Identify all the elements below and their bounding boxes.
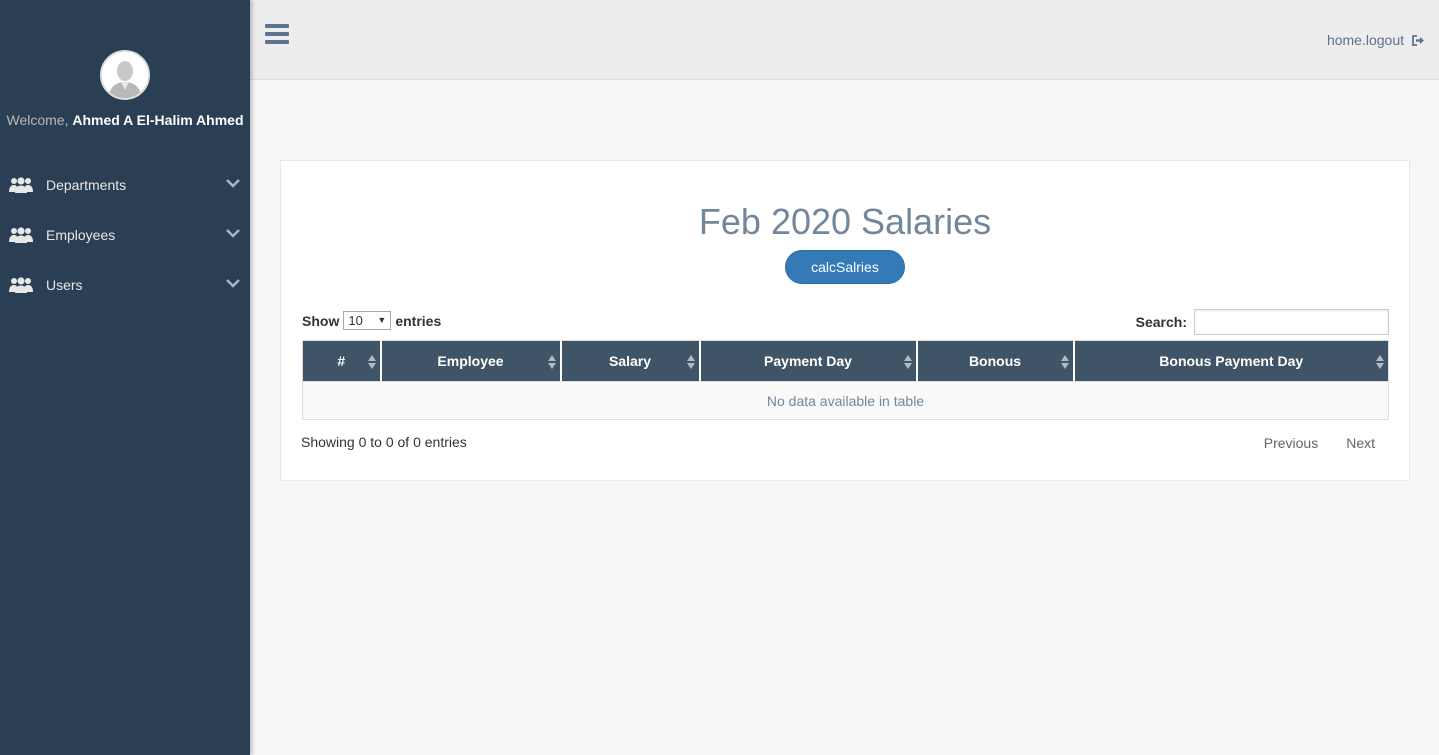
page-title: Feb 2020 Salaries	[698, 201, 992, 242]
users-icon	[9, 177, 33, 193]
search-input[interactable]	[1194, 309, 1389, 335]
column-header-salary[interactable]: Salary	[560, 340, 701, 382]
sort-icon	[367, 355, 376, 369]
menu-toggle-icon[interactable]	[265, 24, 289, 46]
sidebar-item-departments[interactable]: Departments	[0, 160, 250, 210]
caret-down-icon: ▼	[377, 315, 387, 325]
sort-icon	[1376, 355, 1384, 369]
sidebar-item-employees[interactable]: Employees	[0, 210, 250, 260]
show-label: Show	[302, 312, 340, 329]
pagination: Previous Next	[1250, 435, 1389, 451]
column-header-bonous-payment-day[interactable]: Bonous Payment Day	[1073, 340, 1389, 382]
column-header-employee[interactable]: Employee	[380, 340, 562, 382]
user-name: Ahmed A El-Halim Ahmed	[72, 112, 244, 128]
top-nav: home.logout	[250, 0, 1439, 80]
salaries-table: # Employee Salary Payment Day Bonous Bon…	[302, 340, 1389, 420]
column-header-label: Payment Day	[764, 353, 852, 369]
column-header-label: Employee	[437, 353, 504, 369]
sort-icon	[686, 355, 695, 369]
entries-length-value: 10	[348, 313, 363, 328]
table-row: No data available in table	[302, 381, 1389, 420]
search-label: Search:	[1135, 314, 1187, 330]
sidebar: Welcome, Ahmed A El-Halim Ahmed Departme…	[0, 0, 250, 755]
sort-icon	[1060, 355, 1069, 369]
column-header-label: #	[337, 353, 346, 369]
table-info: Showing 0 to 0 of 0 entries	[301, 434, 467, 450]
sort-icon	[547, 355, 556, 369]
sidebar-item-label: Departments	[46, 177, 127, 193]
sign-out-icon	[1412, 34, 1424, 46]
column-header-bonous[interactable]: Bonous	[916, 340, 1075, 382]
sidebar-item-label: Users	[46, 277, 83, 293]
sort-icon	[903, 355, 912, 369]
avatar[interactable]	[100, 50, 150, 100]
chevron-down-icon	[226, 229, 240, 238]
column-header-label: Bonous	[968, 353, 1022, 369]
logout-link[interactable]: home.logout	[1327, 32, 1425, 48]
users-icon	[9, 227, 33, 243]
users-icon	[9, 277, 33, 293]
sidebar-item-users[interactable]: Users	[0, 260, 250, 310]
entries-length-select[interactable]: 10 ▼	[343, 311, 392, 330]
entries-label: entries	[395, 312, 442, 329]
chevron-down-icon	[226, 279, 240, 288]
previous-page-button[interactable]: Previous	[1250, 435, 1332, 451]
column-header-payment-day[interactable]: Payment Day	[699, 340, 918, 382]
column-header-index[interactable]: #	[302, 340, 382, 382]
table-header-row: # Employee Salary Payment Day Bonous Bon…	[302, 340, 1389, 382]
chevron-down-icon	[226, 179, 240, 188]
next-page-button[interactable]: Next	[1332, 435, 1389, 451]
search-control: Search:	[1136, 309, 1389, 335]
empty-table-message: No data available in table	[302, 381, 1389, 420]
entries-length-control: Show 10 ▼ entries	[302, 311, 441, 330]
welcome-prefix: Welcome,	[6, 112, 69, 128]
column-header-label: Salary	[608, 353, 652, 369]
welcome-text: Welcome, Ahmed A El-Halim Ahmed	[0, 112, 250, 128]
sidebar-item-label: Employees	[46, 227, 116, 243]
salaries-panel: Feb 2020 Salaries calcSalries Show 10 ▼ …	[280, 160, 1410, 481]
column-header-label: Bonous Payment Day	[1159, 353, 1304, 369]
user-avatar-icon	[102, 52, 148, 98]
logout-label: home.logout	[1326, 32, 1404, 48]
calc-salaries-button[interactable]: calcSalries	[785, 250, 905, 284]
